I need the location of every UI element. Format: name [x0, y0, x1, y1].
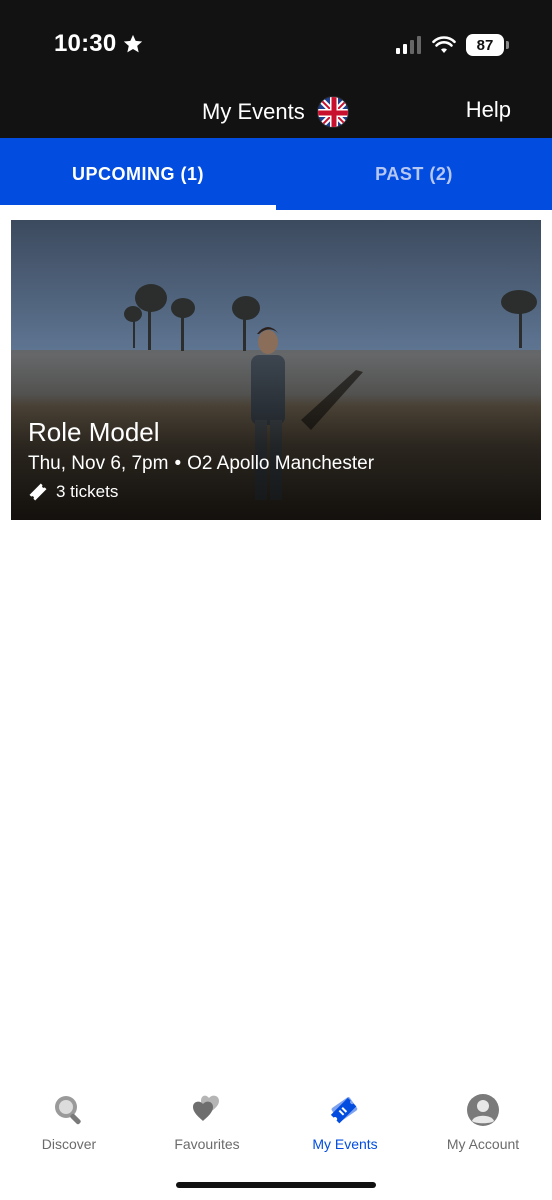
- nav-discover[interactable]: Discover: [0, 1080, 138, 1170]
- status-time: 10:30: [54, 30, 144, 58]
- tab-upcoming[interactable]: UPCOMING (1): [0, 138, 276, 210]
- clock-text: 10:30: [54, 30, 117, 57]
- nav-favourites-label: Favourites: [174, 1136, 240, 1152]
- battery-level: 87: [476, 36, 494, 54]
- hearts-icon: [193, 1095, 219, 1121]
- ticket-icon: [29, 483, 47, 501]
- tab-past[interactable]: PAST (2): [276, 138, 552, 210]
- status-bar: 10:30 87: [0, 0, 552, 88]
- nav-my-account-label: My Account: [446, 1136, 520, 1152]
- page-title: My Events: [202, 99, 305, 124]
- nav-discover-label: Discover: [41, 1136, 97, 1152]
- star-icon: [124, 34, 143, 53]
- event-meta: Thu, Nov 6, 7pm • O2 Apollo Manchester: [28, 453, 374, 475]
- nav-my-events[interactable]: My Events: [276, 1080, 414, 1170]
- image-gradient-overlay: [11, 220, 541, 520]
- event-date: Thu, Nov 6, 7pm: [28, 453, 169, 474]
- nav-my-account[interactable]: My Account: [414, 1080, 552, 1170]
- bottom-nav: Discover Favourites My Events My Account: [0, 1080, 552, 1170]
- nav-favourites[interactable]: Favourites: [138, 1080, 276, 1170]
- events-tabs: UPCOMING (1) PAST (2): [0, 138, 552, 210]
- event-card[interactable]: Role Model Thu, Nov 6, 7pm • O2 Apollo M…: [11, 220, 541, 520]
- battery-indicator: 87: [466, 34, 509, 56]
- event-title: Role Model: [28, 417, 160, 447]
- search-icon: [55, 1096, 81, 1125]
- ticket-count: 3 tickets: [56, 482, 119, 501]
- help-link[interactable]: Help: [466, 97, 511, 123]
- wifi-icon: [432, 36, 456, 53]
- app-header: My Events Help: [0, 88, 552, 138]
- user-icon: [467, 1094, 499, 1126]
- cellular-signal-icon: [396, 36, 421, 54]
- meta-separator: •: [174, 453, 182, 474]
- uk-flag-icon[interactable]: [316, 96, 349, 128]
- nav-my-events-label: My Events: [312, 1136, 378, 1152]
- event-venue: O2 Apollo Manchester: [187, 453, 375, 474]
- ticket-icon: [330, 1097, 358, 1124]
- page-title-group: My Events: [202, 96, 349, 128]
- event-tickets: 3 tickets: [28, 482, 118, 502]
- home-indicator: [176, 1182, 376, 1188]
- status-indicators: 87: [396, 34, 509, 56]
